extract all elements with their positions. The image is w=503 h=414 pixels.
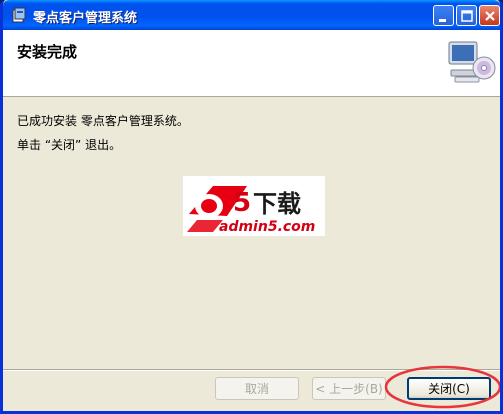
maximize-button[interactable]	[456, 5, 477, 26]
close-icon	[485, 11, 495, 21]
close-button[interactable]: 关闭(C)	[407, 377, 491, 400]
exit-instruction-text: 单击 “关闭” 退出。	[17, 138, 122, 152]
a5-logo: 5 下载 admin5.com	[183, 176, 325, 236]
minimize-icon	[439, 19, 446, 22]
cancel-button[interactable]: 取消	[215, 377, 299, 400]
back-button[interactable]: < 上一步(B)	[312, 377, 386, 400]
svg-text:5: 5	[233, 188, 251, 218]
title-bar[interactable]: 零点客户管理系统	[3, 0, 500, 30]
close-window-button[interactable]	[479, 5, 500, 26]
window-title: 零点客户管理系统	[33, 11, 138, 26]
wizard-header: 安装完成	[3, 30, 500, 97]
maximize-icon	[461, 10, 473, 22]
app-icon	[12, 7, 26, 23]
install-success-text: 已成功安装 零点客户管理系统。	[17, 114, 189, 128]
footer-divider	[3, 369, 500, 371]
svg-text:下载: 下载	[253, 190, 301, 218]
computer-cd-icon	[448, 41, 496, 83]
a5-logo-art: 5 下载 admin5.com	[187, 186, 315, 235]
installer-window: 零点客户管理系统 安装完成 已成功安装 零点客户管理系统。 单击 “关闭” 退出…	[0, 0, 503, 414]
page-title: 安装完成	[17, 43, 78, 61]
minimize-button[interactable]	[433, 5, 454, 26]
svg-text:admin5.com: admin5.com	[219, 219, 315, 235]
